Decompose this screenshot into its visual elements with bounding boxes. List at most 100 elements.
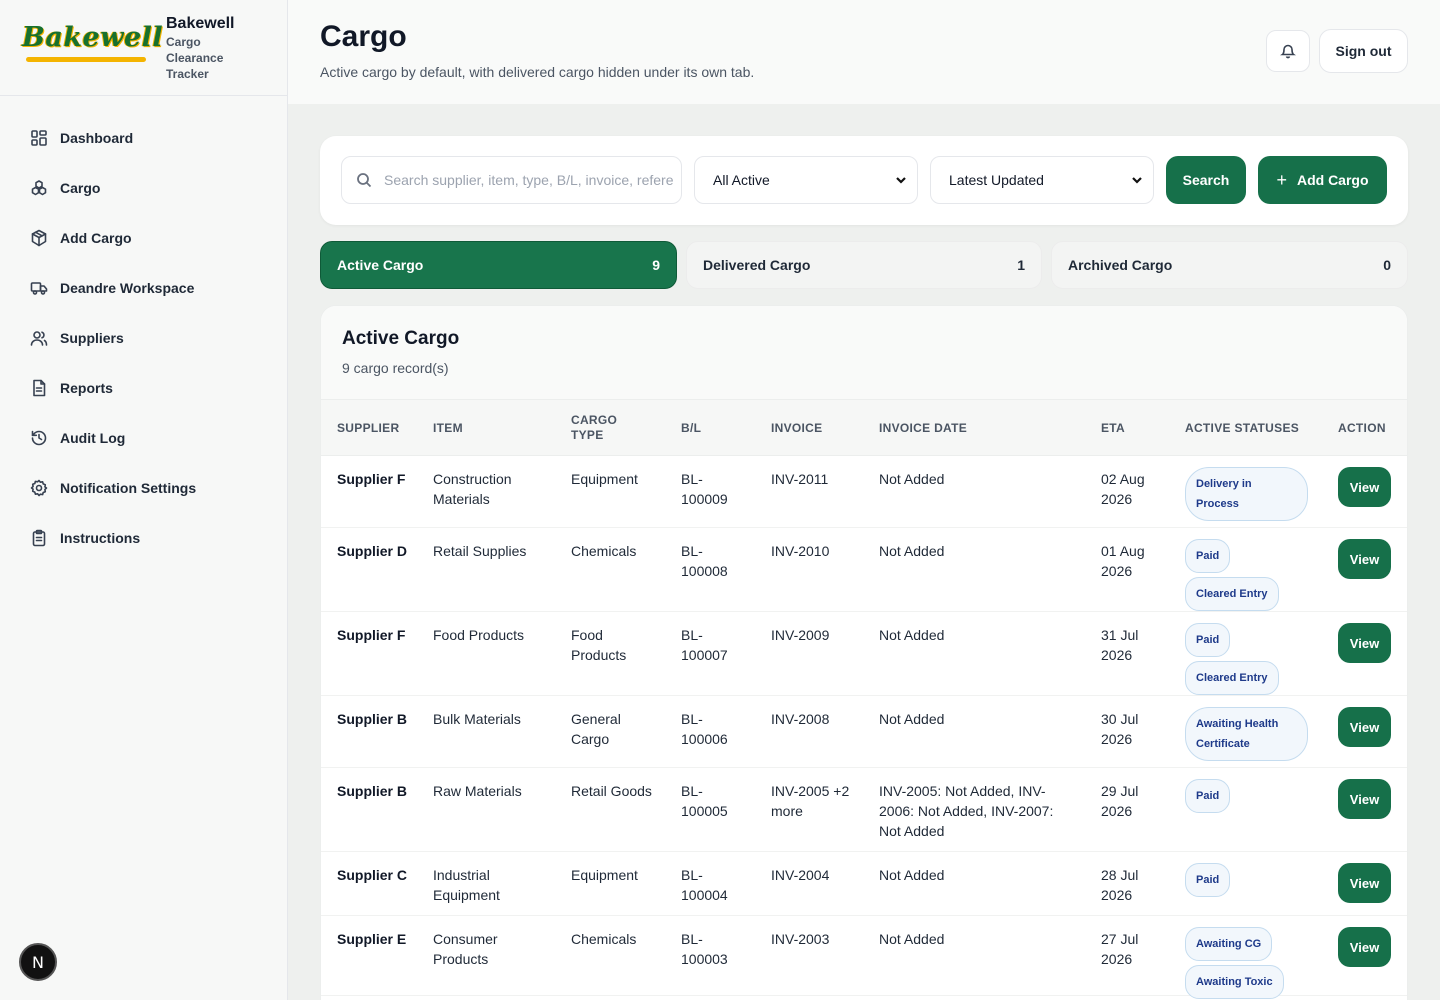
view-button[interactable]: View <box>1338 707 1391 747</box>
cell-invoice: INV-2011 <box>771 471 829 487</box>
search-button[interactable]: Search <box>1166 156 1246 204</box>
table-row[interactable]: Supplier B Raw Materials Retail Goods BL-10… <box>321 768 1407 852</box>
cell-statuses: Paid Cleared Entry <box>1185 539 1315 615</box>
sidebar-item-label: Add Cargo <box>60 230 132 246</box>
view-button[interactable]: View <box>1338 623 1391 663</box>
tab-delivered-cargo[interactable]: Delivered Cargo 1 <box>686 241 1042 289</box>
sidebar: Bakewell Bakewell Cargo Clearance Tracke… <box>0 0 288 1000</box>
cell-invoice-date: Not Added <box>879 711 945 727</box>
cell-eta: 01 Aug 2026 <box>1101 543 1145 579</box>
cell-supplier: Supplier F <box>337 471 406 487</box>
search-box[interactable] <box>341 156 682 204</box>
cell-bl: BL-100005 <box>681 783 728 819</box>
table-row[interactable]: Supplier F Food Products Food Products BL-1… <box>321 612 1407 696</box>
column-header-invoice-date[interactable]: INVOICE DATE <box>879 400 967 456</box>
filter-bar: All Active Latest Updated Search + Add C… <box>320 136 1408 225</box>
sidebar-item-suppliers[interactable]: Suppliers <box>0 313 287 363</box>
page-header: Cargo Active cargo by default, with deli… <box>288 0 1440 104</box>
cell-statuses: Awaiting Health Certificate <box>1185 707 1315 765</box>
package-plus-icon <box>31 229 47 247</box>
brand-subtitle: Cargo Clearance Tracker <box>166 35 224 81</box>
column-header-active-statuses[interactable]: ACTIVE STATUSES <box>1185 400 1299 456</box>
file-icon <box>33 379 46 397</box>
table-row[interactable]: Supplier B Bulk Materials General Cargo BL-… <box>321 696 1407 768</box>
sidebar-item-dashboard[interactable]: Dashboard <box>0 113 287 163</box>
sidebar-item-label: Cargo <box>60 180 101 196</box>
column-header-eta[interactable]: ETA <box>1101 400 1125 456</box>
brand-name: Bakewell <box>166 15 235 32</box>
history-icon <box>31 430 47 446</box>
truck-icon <box>30 282 48 295</box>
cell-eta: 29 Jul 2026 <box>1101 783 1139 819</box>
view-button[interactable]: View <box>1338 779 1391 819</box>
tab-archived-cargo[interactable]: Archived Cargo 0 <box>1051 241 1408 289</box>
cell-invoice: INV-2008 <box>771 711 830 727</box>
status-badge: Cleared Entry <box>1185 577 1279 611</box>
sign-out-button[interactable]: Sign out <box>1319 29 1408 73</box>
sidebar-item-audit-log[interactable]: Audit Log <box>0 413 287 463</box>
sidebar-item-reports[interactable]: Reports <box>0 363 287 413</box>
table-row[interactable]: Supplier F Construction Materials Equipmen… <box>321 456 1407 528</box>
status-badge: Awaiting Toxic <box>1185 965 1284 999</box>
cell-eta: 02 Aug 2026 <box>1101 471 1145 507</box>
cell-bl: BL-100007 <box>681 627 728 663</box>
table-title: Active Cargo <box>342 328 460 349</box>
sidebar-item-label: Dashboard <box>60 130 134 146</box>
sidebar-item-instructions[interactable]: Instructions <box>0 513 287 563</box>
column-header-cargo-type[interactable]: CARGO TYPE <box>571 400 631 456</box>
sidebar-item-notification-settings[interactable]: Notification Settings <box>0 463 287 513</box>
page-subtitle: Active cargo by default, with delivered … <box>320 64 755 80</box>
dev-tools-button[interactable]: N <box>19 943 57 981</box>
sidebar-item-label: Reports <box>60 380 113 396</box>
column-header-bl[interactable]: B/L <box>681 400 701 456</box>
table-card-header: Active Cargo 9 cargo record(s) <box>321 306 1407 400</box>
cell-cargo-type: Equipment <box>571 471 638 487</box>
sidebar-item-label: Deandre Workspace <box>60 280 195 296</box>
tab-active-cargo[interactable]: Active Cargo 9 <box>320 241 677 289</box>
sidebar-item-deandre-workspace[interactable]: Deandre Workspace <box>0 263 287 313</box>
view-button[interactable]: View <box>1338 539 1391 579</box>
brand-logo[interactable]: Bakewell <box>22 22 163 66</box>
logo-underline <box>26 57 146 62</box>
cell-bl: BL-100009 <box>681 471 728 507</box>
column-header-item[interactable]: ITEM <box>433 400 463 456</box>
table-row[interactable]: Supplier E Consumer Products Chemicals BL-1… <box>321 916 1407 999</box>
column-header-action[interactable]: ACTION <box>1338 400 1386 456</box>
search-input[interactable] <box>384 172 674 188</box>
view-button[interactable]: View <box>1338 863 1391 903</box>
cell-statuses: Delivery in Process <box>1185 467 1315 525</box>
column-header-invoice[interactable]: INVOICE <box>771 400 822 456</box>
cell-cargo-type: Equipment <box>571 867 638 883</box>
sidebar-item-label: Audit Log <box>60 430 126 446</box>
tab-count: 0 <box>1383 257 1391 273</box>
cell-bl: BL-100004 <box>681 867 728 903</box>
status-badge: Paid <box>1185 863 1231 897</box>
cell-cargo-type: General Cargo <box>571 711 621 747</box>
cell-eta: 31 Jul 2026 <box>1101 627 1139 663</box>
table-row[interactable]: Supplier D Retail Supplies Chemicals BL-100… <box>321 528 1407 612</box>
tab-label: Active Cargo <box>337 257 424 273</box>
sidebar-item-add-cargo[interactable]: Add Cargo <box>0 213 287 263</box>
view-button[interactable]: View <box>1338 927 1391 967</box>
cell-invoice-date: INV-2005: Not Added, INV-2006: Not Added… <box>879 783 1054 839</box>
status-filter-select[interactable]: All Active <box>694 156 918 204</box>
cell-statuses: Paid Cleared Entry <box>1185 623 1315 699</box>
status-badge: Cleared Entry <box>1185 661 1279 695</box>
sidebar-item-label: Suppliers <box>60 330 124 346</box>
cell-bl: BL-100008 <box>681 543 728 579</box>
cell-invoice: INV-2005 +2 more <box>771 783 850 819</box>
cell-eta: 27 Jul 2026 <box>1101 931 1139 967</box>
sidebar-item-cargo[interactable]: Cargo <box>0 163 287 213</box>
cell-item: Bulk Materials <box>433 711 521 727</box>
table-row[interactable]: Supplier C Industrial Equipment Equipment B… <box>321 852 1407 916</box>
add-cargo-label: Add Cargo <box>1296 172 1369 188</box>
cell-item: Raw Materials <box>433 783 522 799</box>
add-cargo-button[interactable]: + Add Cargo <box>1258 156 1387 204</box>
column-header-supplier[interactable]: SUPPLIER <box>337 400 399 456</box>
cell-invoice: INV-2003 <box>771 931 830 947</box>
sort-select[interactable]: Latest Updated <box>930 156 1154 204</box>
view-button[interactable]: View <box>1338 467 1391 507</box>
cell-supplier: Supplier F <box>337 627 406 643</box>
notifications-button[interactable] <box>1266 30 1310 72</box>
chevron-down-icon <box>1131 173 1143 185</box>
